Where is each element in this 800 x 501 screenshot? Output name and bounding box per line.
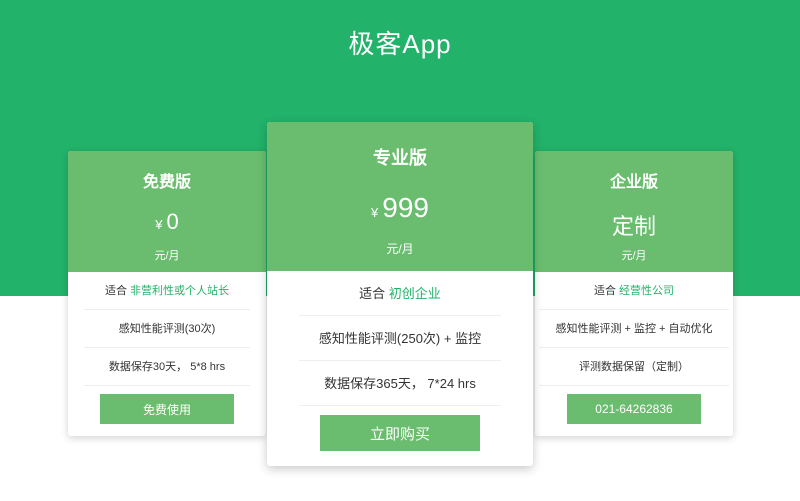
feature-item: 感知性能评测(30次) [84, 310, 250, 348]
free-use-button[interactable]: 免费使用 [100, 394, 234, 424]
card-header: 专业版 ¥ 999 元/月 [267, 122, 533, 271]
price-value: 定制 [611, 214, 656, 239]
price-unit: 元/月 [154, 250, 180, 262]
pricing-card-enterprise: 企业版 定制 元/月 适合 经营性公司 感知性能评测 + 监控 + 自动优化 评… [535, 151, 733, 436]
price-value: 0 [166, 209, 179, 234]
price-value: 999 [382, 192, 429, 223]
currency-symbol: ¥ [371, 205, 379, 220]
feature-item: 适合 非营利性或个人站长 [84, 272, 250, 310]
price-row: 定制 [535, 209, 733, 241]
feature-accent: 经营性公司 [619, 285, 675, 297]
pricing-card-pro: 专业版 ¥ 999 元/月 适合 初创企业 感知性能评测(250次) + 监控 … [267, 122, 533, 466]
feature-accent: 非营利性或个人站长 [130, 285, 230, 297]
feature-accent: 初创企业 [388, 286, 441, 301]
feature-item: 适合 初创企业 [299, 271, 501, 316]
plan-name: 免费版 [142, 174, 191, 191]
price-row: ¥ 0 [68, 209, 266, 235]
price-unit: 元/月 [621, 250, 647, 262]
plan-name: 专业版 [373, 148, 427, 168]
price-unit: 元/月 [386, 242, 414, 256]
pricing-card-free: 免费版 ¥ 0 元/月 适合 非营利性或个人站长 感知性能评测(30次) 数据保… [68, 151, 266, 436]
page-title: 极客App [348, 29, 452, 59]
feature-item: 数据保存30天， 5*8 hrs [84, 348, 250, 386]
feature-item: 评测数据保留（定制） [539, 348, 729, 386]
plan-name: 企业版 [609, 174, 658, 191]
card-header: 企业版 定制 元/月 [535, 151, 733, 272]
card-header: 免费版 ¥ 0 元/月 [68, 151, 266, 272]
feature-item: 适合 经营性公司 [539, 272, 729, 310]
feature-item: 感知性能评测(250次) + 监控 [299, 316, 501, 361]
feature-item: 感知性能评测 + 监控 + 自动优化 [539, 310, 729, 348]
buy-now-button[interactable]: 立即购买 [320, 415, 480, 451]
price-row: ¥ 999 [267, 192, 533, 224]
currency-symbol: ¥ [155, 217, 163, 232]
contact-phone-button[interactable]: 021-64262836 [567, 394, 701, 424]
feature-item: 数据保存365天， 7*24 hrs [299, 361, 501, 406]
